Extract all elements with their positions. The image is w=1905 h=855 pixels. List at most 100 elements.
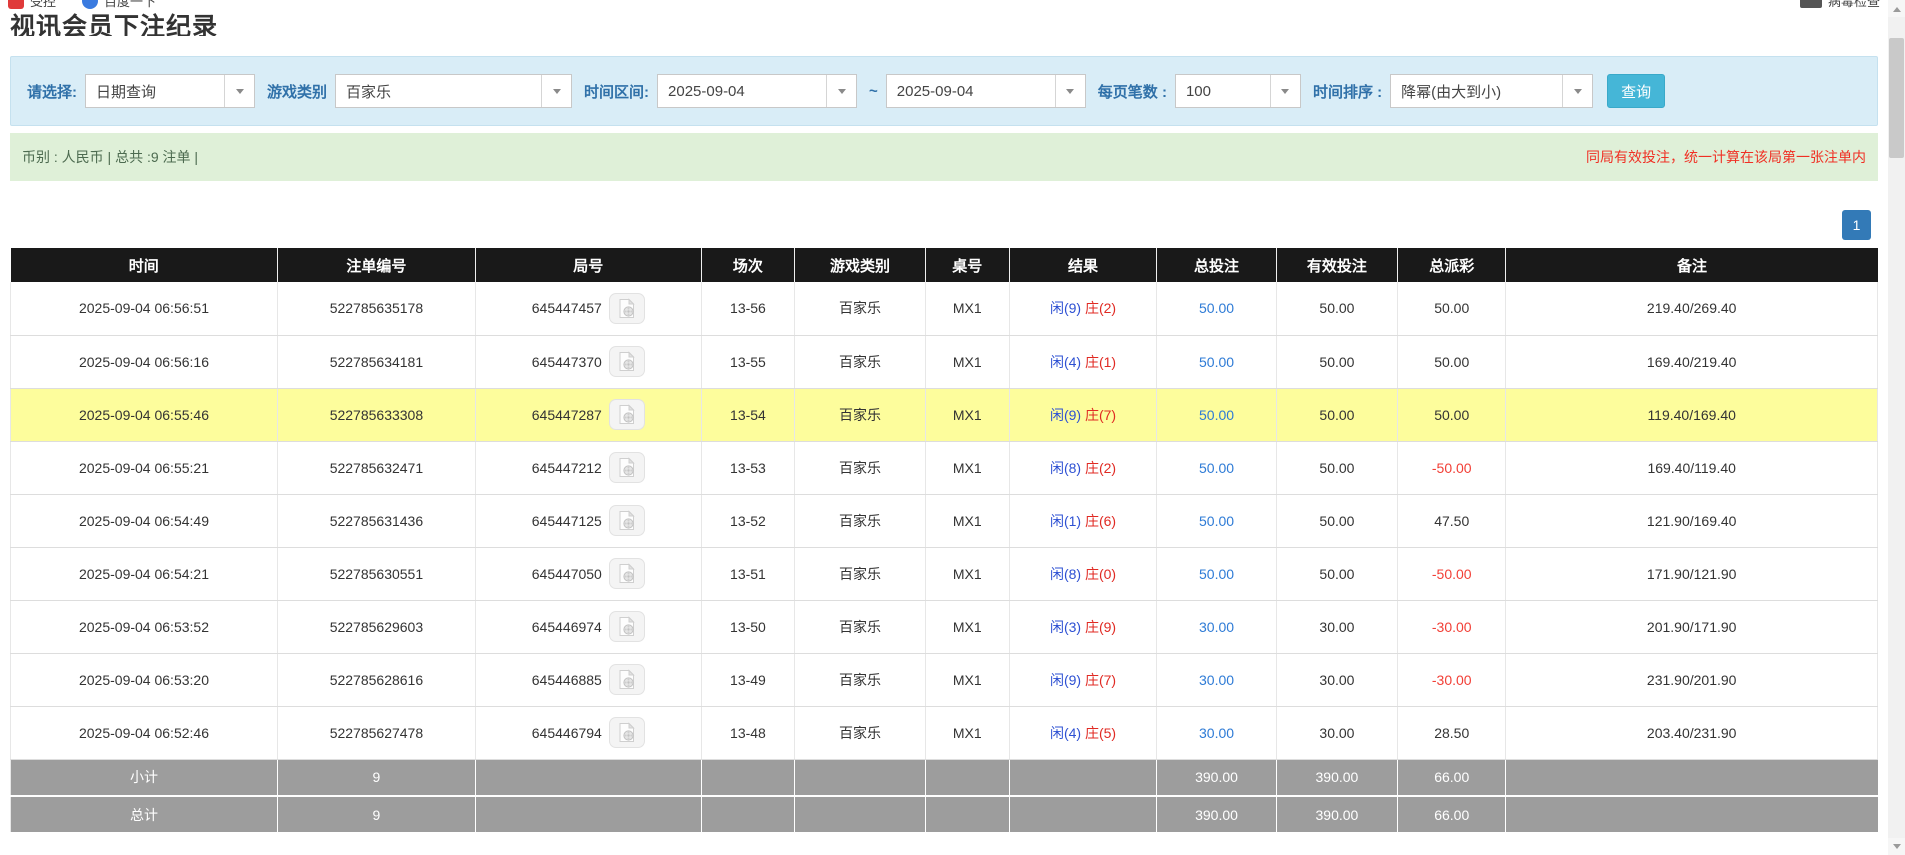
date-range-label: 时间区间: [584,81,649,102]
cell-table-no: MX1 [925,282,1009,335]
cell-valid-bet: 50.00 [1276,441,1397,494]
video-replay-button[interactable] [609,346,645,377]
video-replay-button[interactable] [609,452,645,483]
topbar: 受控 百度一下 病毒检查 [0,0,1888,13]
video-replay-icon [617,669,636,690]
round-id-value: 645447370 [532,354,602,370]
total-bet-link[interactable]: 50.00 [1199,354,1234,370]
round-id-wrap: 645447370 [482,346,695,377]
cell-payout: 50.00 [1398,282,1506,335]
page-1-button[interactable]: 1 [1842,210,1871,240]
video-replay-button[interactable] [609,505,645,536]
round-id-value: 645447457 [532,300,602,316]
column-header: 游戏类别 [795,248,926,282]
total-bet-link[interactable]: 30.00 [1199,725,1234,741]
result-player: 闲(8) [1050,566,1081,582]
video-replay-button[interactable] [609,611,645,642]
main-content: 受控 百度一下 病毒检查 视讯会员下注纪录 请选择: 日期查询 游戏类别 百家乐 [0,0,1888,834]
cell-total-bet: 50.00 [1157,547,1276,600]
page-size-value: 100 [1176,75,1270,107]
topbar-right: 病毒检查 [1800,0,1880,7]
column-header: 总派彩 [1398,248,1506,282]
cell-result: 闲(9) 庄(7) [1009,388,1156,441]
column-header: 场次 [701,248,794,282]
bookmark-item-right[interactable]: 病毒检查 [1800,0,1880,10]
cell-round-id: 645447457 [475,282,701,335]
result-player: 闲(3) [1050,619,1081,635]
cell-remark: 219.40/269.40 [1506,282,1878,335]
query-type-select[interactable]: 日期查询 [85,74,255,108]
grand-total-row: 总计9390.00390.0066.00 [11,796,1878,833]
cell-result: 闲(3) 庄(9) [1009,600,1156,653]
scroll-down-icon[interactable] [1888,838,1905,855]
date-from-select[interactable]: 2025-09-04 [657,74,857,108]
cell-game-type: 百家乐 [795,441,926,494]
chevron-down-icon[interactable] [1562,75,1592,107]
total-bet-link[interactable]: 50.00 [1199,513,1234,529]
cell-game-type: 百家乐 [795,388,926,441]
result-player: 闲(4) [1050,725,1081,741]
cell-round-id: 645447370 [475,335,701,388]
cell-table-no: MX1 [925,441,1009,494]
chevron-down-icon[interactable] [1055,75,1085,107]
chevron-down-icon[interactable] [541,75,571,107]
bookmark-item-2[interactable]: 百度一下 [82,0,156,10]
total-bet-link[interactable]: 50.00 [1199,407,1234,423]
video-replay-button[interactable] [609,717,645,748]
video-replay-button[interactable] [609,664,645,695]
table-row: 2025-09-04 06:52:46522785627478645446794… [11,706,1878,759]
round-id-value: 645446794 [532,725,602,741]
cell-round-id: 645446885 [475,653,701,706]
vertical-scrollbar[interactable] [1888,0,1905,855]
video-replay-button[interactable] [609,399,645,430]
total-bet-link[interactable]: 50.00 [1199,300,1234,316]
page-size-select[interactable]: 100 [1175,74,1301,108]
dark-badge-icon [1800,0,1822,8]
search-button[interactable]: 查询 [1607,74,1665,108]
video-replay-button[interactable] [609,293,645,324]
result-player: 闲(4) [1050,354,1081,370]
cell-total-bet: 50.00 [1157,282,1276,335]
column-header: 结果 [1009,248,1156,282]
cell-session: 13-48 [701,706,794,759]
scroll-up-icon[interactable] [1888,0,1905,17]
video-replay-icon [617,351,636,372]
cell-time: 2025-09-04 06:55:46 [11,388,278,441]
scrollbar-thumb[interactable] [1889,38,1904,158]
cell-time: 2025-09-04 06:56:16 [11,335,278,388]
bookmark-item-1[interactable]: 受控 [8,0,56,10]
cell-bet-id: 522785631436 [277,494,475,547]
cell-round-id: 645447287 [475,388,701,441]
video-replay-button[interactable] [609,558,645,589]
cell-valid-bet: 30.00 [1276,653,1397,706]
cell-game-type: 百家乐 [795,547,926,600]
total-bet-link[interactable]: 30.00 [1199,672,1234,688]
cell-result: 闲(8) 庄(0) [1009,547,1156,600]
cell-session: 13-50 [701,600,794,653]
cell-valid-bet: 50.00 [1276,494,1397,547]
column-header: 时间 [11,248,278,282]
chevron-down-icon[interactable] [224,75,254,107]
date-to-select[interactable]: 2025-09-04 [886,74,1086,108]
round-id-wrap: 645446974 [482,611,695,642]
cell-session: 13-54 [701,388,794,441]
time-sort-select[interactable]: 降幂(由大到小) [1390,74,1593,108]
chevron-down-icon[interactable] [1270,75,1300,107]
cell-game-type: 百家乐 [795,282,926,335]
page-title: 视讯会员下注纪录 [10,13,1878,36]
video-replay-icon [617,616,636,637]
bookmark-label: 百度一下 [104,0,156,10]
total-bet-link[interactable]: 30.00 [1199,619,1234,635]
column-header: 备注 [1506,248,1878,282]
chevron-down-icon[interactable] [826,75,856,107]
cell-payout: -50.00 [1398,441,1506,494]
total-bet-link[interactable]: 50.00 [1199,460,1234,476]
total-bet-link[interactable]: 50.00 [1199,566,1234,582]
bookmark-label: 病毒检查 [1828,0,1880,10]
game-type-select[interactable]: 百家乐 [335,74,572,108]
cell-bet-id: 522785628616 [277,653,475,706]
cell-table-no: MX1 [925,653,1009,706]
table-row: 2025-09-04 06:53:52522785629603645446974… [11,600,1878,653]
round-id-value: 645447212 [532,460,602,476]
cell-time: 2025-09-04 06:52:46 [11,706,278,759]
